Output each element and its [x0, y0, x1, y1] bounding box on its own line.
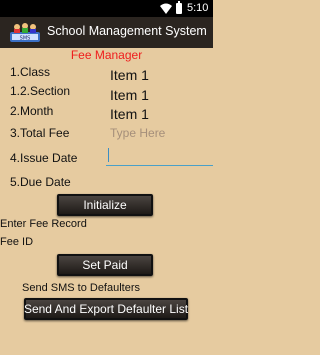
app-icon: SMS [10, 23, 40, 42]
issue-date-label: 4.Issue Date [10, 151, 78, 165]
battery-icon [176, 1, 182, 14]
total-fee-input[interactable]: Type Here [110, 126, 165, 140]
status-time: 5:10 [187, 2, 209, 14]
app-title: School Management System [47, 24, 207, 38]
month-spinner[interactable]: Item 1 [110, 106, 149, 122]
enter-fee-record-label: Enter Fee Record [0, 218, 87, 230]
page-title: Fee Manager [70, 48, 143, 62]
status-bar: 5:10 [0, 0, 213, 17]
issue-date-input[interactable] [106, 165, 213, 166]
bottom-area [0, 335, 213, 355]
wifi-icon [160, 3, 172, 14]
app-icon-label: SMS [20, 36, 31, 42]
class-label: 1.Class [10, 65, 51, 79]
section-spinner[interactable]: Item 1 [110, 87, 149, 103]
text-cursor [108, 148, 109, 162]
section-label: 1.2.Section [10, 84, 71, 98]
month-label: 2.Month [10, 104, 54, 118]
fee-id-label: Fee ID [0, 236, 34, 248]
action-bar: SMS School Management System [0, 17, 213, 48]
due-date-label: 5.Due Date [10, 175, 71, 189]
total-fee-label: 3.Total Fee [10, 126, 70, 140]
set-paid-button[interactable]: Set Paid [57, 254, 153, 276]
initialize-button[interactable]: Initialize [57, 194, 153, 216]
send-sms-label: Send SMS to Defaulters [22, 282, 141, 294]
class-spinner[interactable]: Item 1 [110, 67, 149, 83]
send-export-button[interactable]: Send And Export Defaulter List [24, 298, 188, 320]
